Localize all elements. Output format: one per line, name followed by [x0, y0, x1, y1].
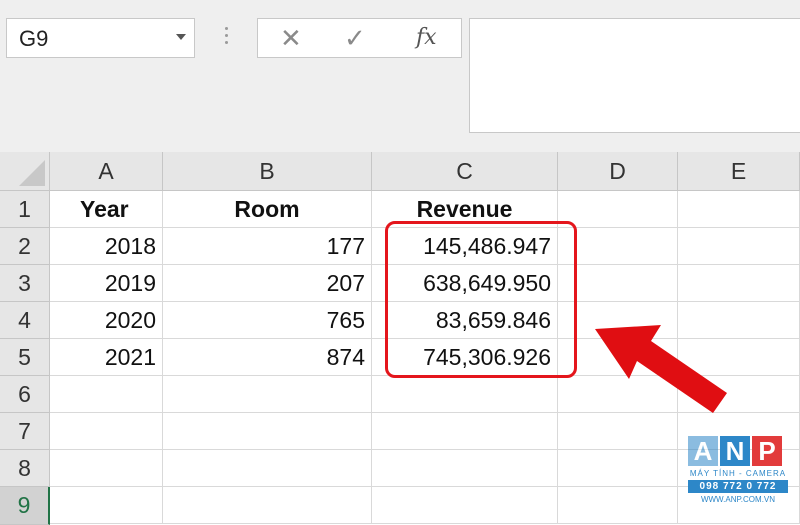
cell-d8[interactable] [558, 450, 678, 487]
cell-a3[interactable]: 2019 [50, 265, 163, 302]
row-header-2[interactable]: 2 [0, 228, 50, 265]
cell-c6[interactable] [372, 376, 558, 413]
column-header-b[interactable]: B [163, 152, 372, 191]
logo-letter-n: N [720, 436, 750, 466]
row-header-8[interactable]: 8 [0, 450, 50, 487]
cell-b2[interactable]: 177 [163, 228, 372, 265]
cell-b7[interactable] [163, 413, 372, 450]
row-header-5[interactable]: 5 [0, 339, 50, 376]
row-header-4[interactable]: 4 [0, 302, 50, 339]
logo-website: WWW.ANP.COM.VN [700, 495, 776, 504]
cell-b5[interactable]: 874 [163, 339, 372, 376]
cell-e3[interactable] [678, 265, 800, 302]
cell-b1[interactable]: Room [163, 191, 372, 228]
row-header-3[interactable]: 3 [0, 265, 50, 302]
cell-b3[interactable]: 207 [163, 265, 372, 302]
cell-a9[interactable] [50, 487, 163, 524]
logo-letter-a: A [688, 436, 718, 466]
anp-logo: A N P MÁY TÍNH - CAMERA 098 772 0 772 WW… [688, 436, 788, 504]
cell-a7[interactable] [50, 413, 163, 450]
cell-b4[interactable]: 765 [163, 302, 372, 339]
cell-c8[interactable] [372, 450, 558, 487]
row-header-1[interactable]: 1 [0, 191, 50, 228]
row-header-7[interactable]: 7 [0, 413, 50, 450]
cell-d1[interactable] [558, 191, 678, 228]
chevron-down-icon[interactable] [176, 34, 186, 40]
logo-phone: 098 772 0 772 [688, 480, 788, 493]
cell-a6[interactable] [50, 376, 163, 413]
column-header-c[interactable]: C [372, 152, 558, 191]
insert-function-button[interactable]: fx [416, 25, 437, 50]
cell-e2[interactable] [678, 228, 800, 265]
check-icon[interactable]: ✓ [344, 23, 366, 54]
row-header-9[interactable]: 9 [0, 487, 50, 525]
column-header-d[interactable]: D [558, 152, 678, 191]
select-all-button[interactable] [0, 152, 50, 191]
name-box-value: G9 [19, 26, 49, 51]
cell-b8[interactable] [163, 450, 372, 487]
cell-d9[interactable] [558, 487, 678, 524]
revenue-highlight-box [385, 221, 577, 378]
cell-e1[interactable] [678, 191, 800, 228]
formula-bar-area: G9 ✕ ✓ fx [0, 0, 800, 152]
close-icon[interactable]: ✕ [280, 23, 302, 54]
row-header-6[interactable]: 6 [0, 376, 50, 413]
cell-c7[interactable] [372, 413, 558, 450]
cell-a8[interactable] [50, 450, 163, 487]
cell-a2[interactable]: 2018 [50, 228, 163, 265]
column-header-e[interactable]: E [678, 152, 800, 191]
cell-a5[interactable]: 2021 [50, 339, 163, 376]
logo-tagline: MÁY TÍNH - CAMERA [689, 469, 787, 478]
cell-a1[interactable]: Year [50, 191, 163, 228]
name-box[interactable]: G9 [6, 18, 195, 58]
cell-a4[interactable]: 2020 [50, 302, 163, 339]
drag-handle-icon[interactable] [225, 27, 228, 48]
formula-input[interactable] [469, 18, 800, 133]
logo-letter-p: P [752, 436, 782, 466]
cell-b9[interactable] [163, 487, 372, 524]
formula-buttons: ✕ ✓ fx [257, 18, 462, 58]
cell-c9[interactable] [372, 487, 558, 524]
cell-b6[interactable] [163, 376, 372, 413]
red-arrow-icon [595, 325, 727, 413]
column-header-a[interactable]: A [50, 152, 163, 191]
